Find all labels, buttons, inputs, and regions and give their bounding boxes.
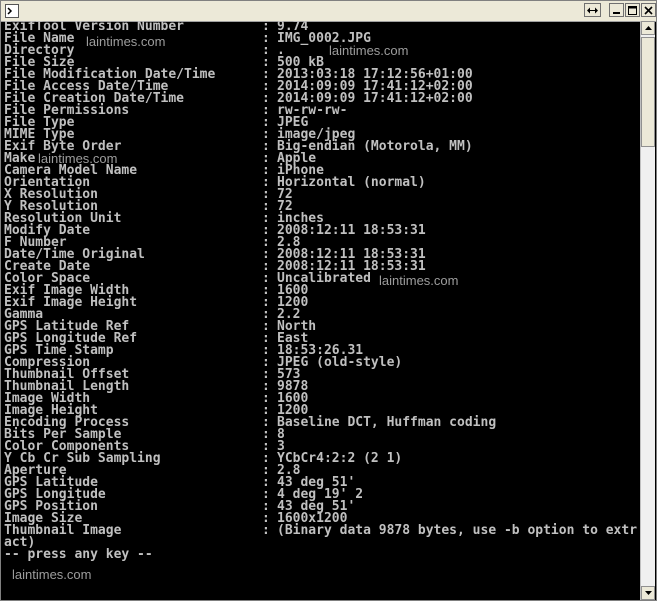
exif-field-row: Thumbnail Length:9878 bbox=[4, 380, 642, 393]
field-value: Baseline DCT, Huffman coding bbox=[277, 415, 497, 430]
watermark: laintimes.com bbox=[12, 567, 92, 582]
console-output[interactable]: ExifTool Version Number:9.74 File Name: IM… bbox=[4, 21, 642, 599]
exif-field-row: Orientation: Horizontal (normal) bbox=[4, 175, 642, 190]
scrollbar-thumb[interactable] bbox=[641, 37, 655, 147]
resize-icon[interactable] bbox=[584, 3, 601, 17]
minimize-icon[interactable] bbox=[609, 3, 624, 17]
title-bar[interactable] bbox=[1, 1, 656, 22]
exif-field-row: X Resolution:72 bbox=[4, 188, 642, 201]
watermark: laintimes.com bbox=[329, 43, 409, 58]
exif-field-row: Y Cb Cr Sub Sampling: YCbCr4:2:2 (2 1) bbox=[4, 452, 642, 465]
scroll-down-arrow-icon[interactable] bbox=[641, 586, 655, 600]
exif-field-row: File Permissions: rw-rw-rw- bbox=[4, 104, 642, 117]
scroll-up-arrow-icon[interactable] bbox=[641, 21, 655, 35]
exif-field-row: Image Width:1600 bbox=[4, 392, 642, 405]
press-any-key-prompt: -- press any key -- bbox=[4, 547, 153, 562]
watermark: laintimes.com bbox=[38, 151, 118, 166]
watermark: laintimes.com bbox=[86, 34, 166, 49]
maximize-icon[interactable] bbox=[625, 3, 640, 17]
console-icon[interactable] bbox=[4, 3, 20, 19]
exif-field-row: Modify Date:2008:12:11 18:53:31 bbox=[4, 224, 642, 237]
exif-field-row: Exif Image Height:1200 bbox=[4, 296, 642, 309]
exif-field-row: Thumbnail Image: (Binary data 9878 bytes,… bbox=[4, 523, 642, 538]
close-icon[interactable] bbox=[641, 3, 656, 17]
vertical-scrollbar[interactable] bbox=[640, 21, 655, 600]
field-value: (Binary data 9878 bytes, use -b option t… bbox=[277, 523, 638, 538]
console-window: ExifTool Version Number:9.74 File Name: IM… bbox=[0, 0, 657, 601]
field-separator: : bbox=[262, 523, 270, 538]
watermark: laintimes.com bbox=[379, 273, 459, 288]
field-value: Horizontal (normal) bbox=[277, 175, 426, 190]
